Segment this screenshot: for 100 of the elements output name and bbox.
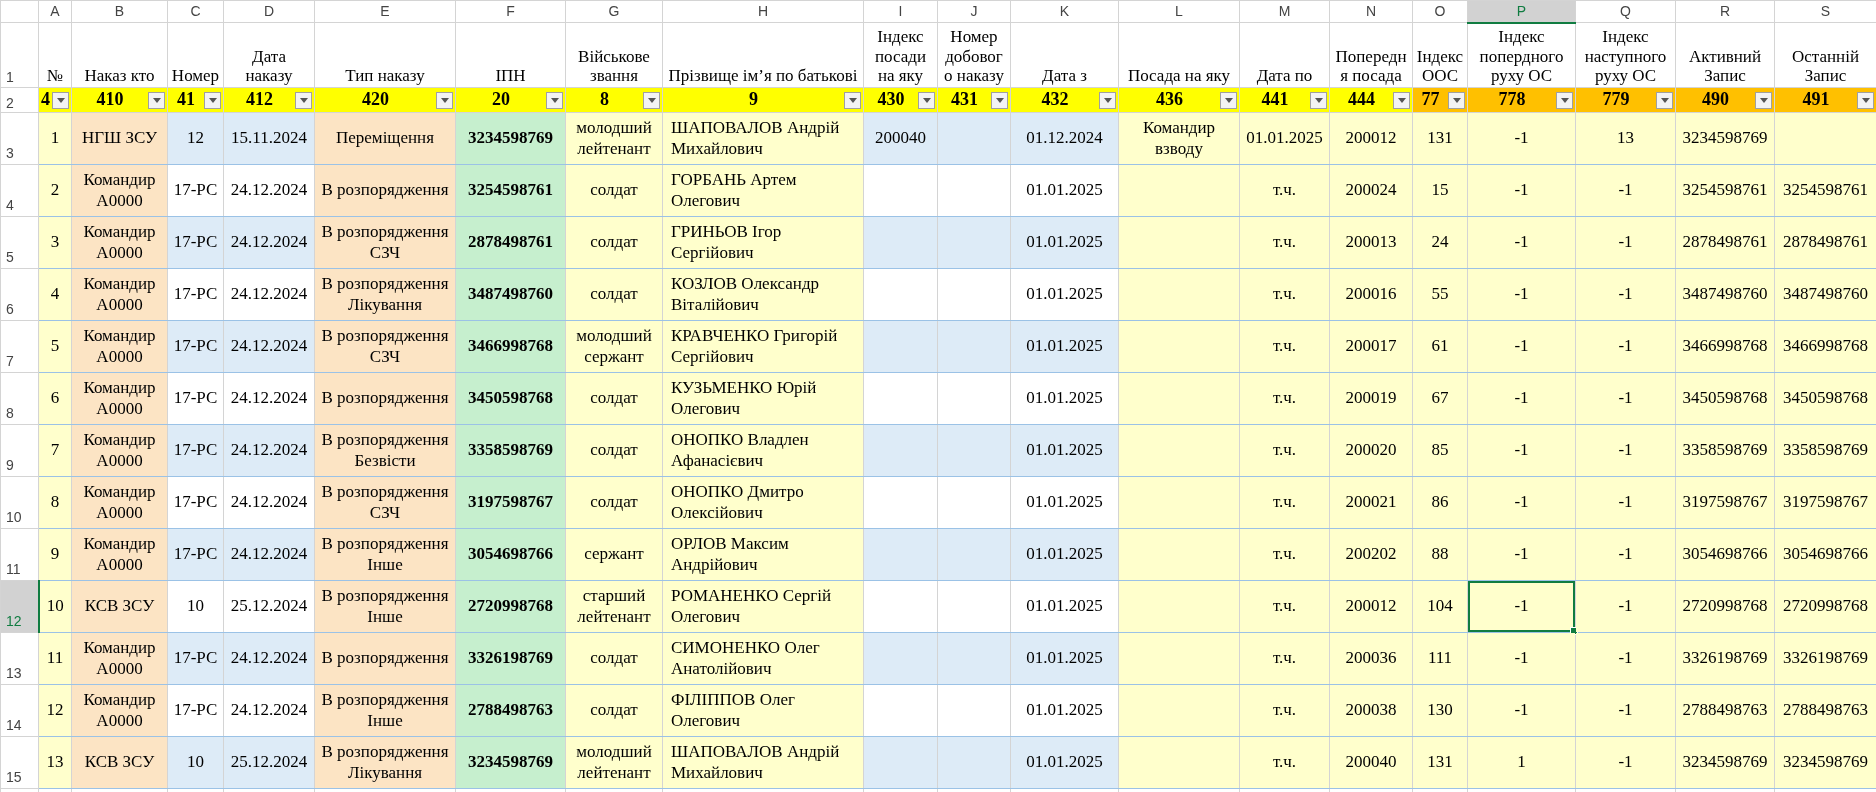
filter-button[interactable] <box>436 91 453 109</box>
row-header[interactable]: 14 <box>0 684 39 737</box>
table-cell: ГРИНЬОВ Ігор Сергійович <box>671 222 782 262</box>
table-cell: 3054698766 <box>468 544 553 564</box>
header-cell: Дата з <box>1042 66 1087 86</box>
table-cell: 3234598769 <box>1682 128 1768 148</box>
filter-button[interactable] <box>148 91 165 109</box>
table-cell: -1 <box>1514 284 1529 304</box>
filter-button[interactable] <box>1220 91 1237 109</box>
filter-button[interactable] <box>204 91 221 109</box>
table-cell: КРАВЧЕНКО Григорій Сергійович <box>671 326 838 366</box>
column-header[interactable]: S <box>1774 0 1876 23</box>
table-cell: 01.01.2025 <box>1026 544 1103 564</box>
table-cell: сержант <box>584 544 644 564</box>
caret-icon <box>1560 97 1569 103</box>
filter-button[interactable] <box>643 91 660 109</box>
row-header[interactable]: 13 <box>0 632 39 685</box>
header-cell: Попередн я посада <box>1335 46 1407 86</box>
row-header[interactable]: 11 <box>0 528 39 581</box>
column-header[interactable]: R <box>1675 0 1775 23</box>
filter-button[interactable] <box>1755 91 1772 109</box>
table-cell: солдат <box>590 492 638 512</box>
column-header[interactable]: N <box>1329 0 1413 23</box>
table-cell: 104 <box>1427 596 1453 616</box>
table-cell: т.ч. <box>1272 752 1297 772</box>
filter-button[interactable] <box>1310 91 1327 109</box>
filter-button[interactable] <box>1556 91 1573 109</box>
row-header[interactable]: 6 <box>0 268 39 321</box>
column-header[interactable]: F <box>455 0 566 23</box>
table-cell: 3054698766 <box>1783 544 1868 564</box>
table-cell: 17-РС <box>173 544 218 564</box>
table-cell: 3358598769 <box>468 440 553 460</box>
table-cell: 01.01.2025 <box>1246 128 1323 148</box>
filter-button[interactable] <box>1393 91 1410 109</box>
filter-value: 4 <box>40 89 51 111</box>
filter-button[interactable] <box>918 91 935 109</box>
filter-value: 20 <box>491 89 511 111</box>
column-header[interactable]: A <box>38 0 72 23</box>
table-cell: 01.01.2025 <box>1026 440 1103 460</box>
row-header[interactable]: 15 <box>0 736 39 789</box>
filter-button[interactable] <box>1448 91 1465 109</box>
filter-button[interactable] <box>546 91 563 109</box>
table-cell: Командир взводу <box>1142 118 1216 158</box>
row-header[interactable]: 10 <box>0 476 39 529</box>
row-header[interactable]: 8 <box>0 372 39 425</box>
row-header[interactable]: 1 <box>0 22 39 88</box>
filter-button[interactable] <box>52 91 69 109</box>
column-header[interactable]: B <box>71 0 168 23</box>
column-header[interactable]: D <box>223 0 315 23</box>
table-cell: ОНОПКО Дмитро Олексійович <box>671 482 804 522</box>
table-cell: 01.01.2025 <box>1026 596 1103 616</box>
table-cell: Командир А0000 <box>83 222 156 262</box>
table-cell: 200012 <box>1345 596 1397 616</box>
column-header[interactable]: Q <box>1575 0 1676 23</box>
row-header[interactable]: 4 <box>0 164 39 217</box>
table-cell: В розпорядження Лікування <box>321 274 449 314</box>
column-header[interactable]: L <box>1118 0 1240 23</box>
filter-button[interactable] <box>844 91 861 109</box>
row-header[interactable]: 2 <box>0 87 39 113</box>
table-cell: 3 <box>50 232 60 252</box>
caret-icon <box>647 97 656 103</box>
table-cell: 17-РС <box>173 700 218 720</box>
table-cell: 12 <box>46 700 64 720</box>
table-cell: -1 <box>1514 388 1529 408</box>
row-header[interactable]: 9 <box>0 424 39 477</box>
column-header[interactable]: J <box>937 0 1011 23</box>
filter-button[interactable] <box>295 91 312 109</box>
row-header[interactable]: 5 <box>0 216 39 269</box>
column-header[interactable]: O <box>1412 0 1468 23</box>
table-cell: 200017 <box>1345 336 1397 356</box>
filter-button[interactable] <box>991 91 1008 109</box>
table-cell: 2788498763 <box>1783 700 1868 720</box>
caret-icon <box>922 97 931 103</box>
table-cell: солдат <box>590 388 638 408</box>
column-header[interactable]: G <box>565 0 663 23</box>
row-header[interactable]: 3 <box>0 112 39 165</box>
table-cell: 200036 <box>1345 648 1397 668</box>
column-header[interactable]: K <box>1010 0 1119 23</box>
filter-button[interactable] <box>1656 91 1673 109</box>
filter-value: 412 <box>245 89 274 111</box>
table-cell: 3358598769 <box>1783 440 1868 460</box>
table-cell: 17-РС <box>173 232 218 252</box>
table-cell: 17-РС <box>173 284 218 304</box>
header-cell: Наказ кто <box>84 66 155 86</box>
filter-value: 77 <box>1420 89 1441 111</box>
row-header[interactable]: 7 <box>0 320 39 373</box>
filter-button[interactable] <box>1099 91 1116 109</box>
table-cell: СИМОНЕНКО Олег Анатолійович <box>671 638 820 678</box>
column-header[interactable]: I <box>863 0 938 23</box>
table-cell: ШАПОВАЛОВ Андрій Михайлович <box>671 742 840 782</box>
column-header[interactable]: E <box>314 0 456 23</box>
filter-button[interactable] <box>1857 91 1874 109</box>
row-header[interactable]: 12 <box>0 580 39 633</box>
column-header[interactable]: H <box>662 0 864 23</box>
column-header[interactable]: M <box>1239 0 1330 23</box>
table-cell: 25.12.2024 <box>230 752 308 772</box>
column-header[interactable]: C <box>167 0 224 23</box>
table-cell: 15 <box>1431 180 1449 200</box>
caret-icon <box>56 97 65 103</box>
filter-value: 410 <box>95 89 125 111</box>
